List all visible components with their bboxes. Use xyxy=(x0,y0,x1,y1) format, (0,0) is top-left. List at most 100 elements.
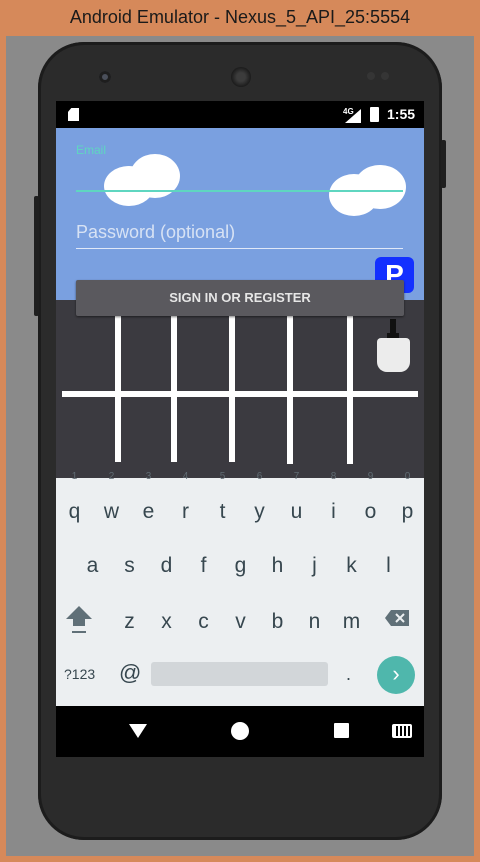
key-hint: 6 xyxy=(256,471,263,482)
keyboard-switch-icon[interactable] xyxy=(392,724,412,738)
key-t[interactable]: t5 xyxy=(204,472,241,534)
key-l[interactable]: l xyxy=(370,540,407,588)
key-hint: 1 xyxy=(71,471,78,482)
key-hint: 4 xyxy=(182,471,189,482)
network-type: 4G xyxy=(343,107,354,116)
enter-key[interactable]: › xyxy=(377,656,415,694)
recents-icon[interactable] xyxy=(334,723,349,738)
parking-line xyxy=(171,316,177,462)
key-hint: 8 xyxy=(330,471,337,482)
back-icon[interactable] xyxy=(129,724,147,738)
key-m[interactable]: m xyxy=(333,596,370,644)
key-label: w xyxy=(103,500,120,523)
power-button[interactable] xyxy=(441,140,446,188)
light-sensor xyxy=(381,72,389,80)
key-label: c xyxy=(198,610,209,633)
backspace-icon[interactable] xyxy=(385,610,409,626)
key-label: m xyxy=(342,610,361,633)
period-key[interactable]: . xyxy=(346,664,351,685)
key-label: a xyxy=(86,554,99,577)
key-x[interactable]: x xyxy=(148,596,185,644)
password-field[interactable]: Password (optional) xyxy=(76,222,403,249)
parking-line xyxy=(115,316,121,462)
proximity-sensor xyxy=(367,72,375,80)
password-placeholder: Password (optional) xyxy=(76,222,236,242)
key-label: l xyxy=(386,554,391,577)
keyboard-row-1: q1w2e3r4t5y6u7i8o9p0 xyxy=(56,472,424,534)
key-label: b xyxy=(271,610,284,633)
battery-icon xyxy=(370,107,379,122)
space-bar[interactable] xyxy=(151,662,328,686)
key-label: r xyxy=(182,500,189,523)
front-camera xyxy=(99,71,111,83)
key-c[interactable]: c xyxy=(185,596,222,644)
soft-keyboard: q1w2e3r4t5y6u7i8o9p0 asdfghjkl zxcvbnm ?… xyxy=(56,472,424,706)
key-h[interactable]: h xyxy=(259,540,296,588)
parking-line xyxy=(229,316,235,462)
keyboard-row-2: asdfghjkl xyxy=(56,540,424,588)
key-label: i xyxy=(331,500,336,523)
sky-background xyxy=(56,128,424,300)
key-label: k xyxy=(346,554,357,577)
status-bar: 4G 1:55 xyxy=(56,101,424,128)
key-b[interactable]: b xyxy=(259,596,296,644)
key-w[interactable]: w2 xyxy=(93,472,130,534)
key-label: y xyxy=(254,500,265,523)
key-d[interactable]: d xyxy=(148,540,185,588)
app-content: Email Password (optional) P SIGN IN OR R… xyxy=(56,128,424,478)
cloud-right-puff xyxy=(354,165,406,209)
key-v[interactable]: v xyxy=(222,596,259,644)
key-hint: 0 xyxy=(404,471,411,482)
device-screen: 4G 1:55 Email Password (optional) P SIGN… xyxy=(56,101,424,757)
key-z[interactable]: z xyxy=(111,596,148,644)
key-label: g xyxy=(234,554,247,577)
key-label: x xyxy=(161,610,172,633)
key-label: u xyxy=(290,500,303,523)
sign-in-register-button[interactable]: SIGN IN OR REGISTER xyxy=(76,280,404,316)
key-i[interactable]: i8 xyxy=(315,472,352,534)
key-hint: 7 xyxy=(293,471,300,482)
symbols-key[interactable]: ?123 xyxy=(64,666,95,682)
key-label: t xyxy=(219,500,226,523)
key-label: e xyxy=(142,500,155,523)
parking-line-horizontal xyxy=(62,391,418,397)
key-k[interactable]: k xyxy=(333,540,370,588)
key-label: d xyxy=(160,554,173,577)
email-label: Email xyxy=(76,143,107,157)
key-label: j xyxy=(312,554,317,577)
shift-icon[interactable] xyxy=(64,604,94,636)
key-label: h xyxy=(271,554,284,577)
key-u[interactable]: u7 xyxy=(278,472,315,534)
parking-line xyxy=(347,316,353,464)
at-key[interactable]: @ xyxy=(119,660,141,686)
key-hint: 9 xyxy=(367,471,374,482)
key-o[interactable]: o9 xyxy=(352,472,389,534)
key-hint: 5 xyxy=(219,471,226,482)
key-label: n xyxy=(308,610,321,633)
key-s[interactable]: s xyxy=(111,540,148,588)
key-n[interactable]: n xyxy=(296,596,333,644)
key-hint: 2 xyxy=(108,471,115,482)
navigation-bar xyxy=(56,706,424,757)
volume-button[interactable] xyxy=(34,196,39,316)
key-hint: 3 xyxy=(145,471,152,482)
key-label: q xyxy=(68,500,81,523)
window-title: Android Emulator - Nexus_5_API_25:5554 xyxy=(0,0,480,34)
key-p[interactable]: p0 xyxy=(389,472,424,534)
key-y[interactable]: y6 xyxy=(241,472,278,534)
key-q[interactable]: q1 xyxy=(56,472,93,534)
key-label: v xyxy=(235,610,246,633)
key-j[interactable]: j xyxy=(296,540,333,588)
key-r[interactable]: r4 xyxy=(167,472,204,534)
home-icon[interactable] xyxy=(231,722,249,740)
key-label: s xyxy=(124,554,135,577)
key-e[interactable]: e3 xyxy=(130,472,167,534)
key-f[interactable]: f xyxy=(185,540,222,588)
status-time: 1:55 xyxy=(387,106,416,122)
key-a[interactable]: a xyxy=(74,540,111,588)
earpiece-speaker xyxy=(231,67,251,87)
email-field[interactable] xyxy=(76,190,403,192)
sd-card-icon xyxy=(68,108,79,121)
key-g[interactable]: g xyxy=(222,540,259,588)
key-label: f xyxy=(200,554,207,577)
